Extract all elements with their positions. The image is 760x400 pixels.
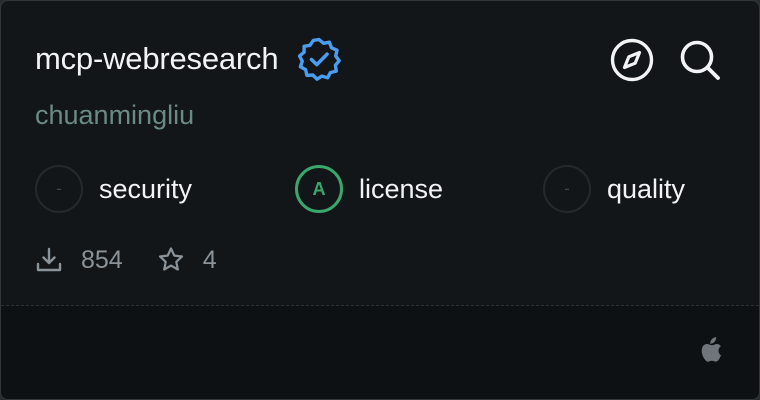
download-icon	[36, 247, 62, 272]
title-row: mcp-webresearch	[35, 37, 342, 81]
card-footer	[1, 306, 759, 399]
stars-stat: 4	[157, 246, 217, 275]
verified-badge-icon	[298, 37, 342, 81]
metric-quality: - quality	[543, 164, 685, 214]
security-label: security	[99, 173, 193, 204]
server-name[interactable]: mcp-webresearch	[35, 37, 279, 81]
owner-name[interactable]: chuanmingliu	[35, 97, 194, 133]
metric-security: - security	[35, 164, 192, 214]
apple-icon	[701, 337, 722, 362]
downloads-count: 854	[81, 245, 123, 274]
metric-license: A license	[295, 164, 443, 214]
compass-icon	[610, 38, 654, 82]
explore-button[interactable]	[609, 37, 655, 83]
license-label: license	[359, 173, 444, 204]
card-actions	[609, 37, 723, 83]
quality-grade-badge: -	[543, 165, 591, 213]
license-grade-badge: A	[295, 165, 343, 213]
star-icon	[158, 247, 183, 271]
stats-row: 854 4	[35, 241, 251, 279]
stars-count: 4	[202, 245, 217, 274]
server-card[interactable]: mcp-webresearch chuanmingliu - security …	[0, 0, 760, 400]
security-grade-badge: -	[35, 165, 83, 213]
search-icon	[680, 40, 720, 80]
quality-label: quality	[607, 173, 686, 204]
search-button[interactable]	[677, 37, 723, 83]
downloads-stat: 854	[35, 246, 123, 275]
